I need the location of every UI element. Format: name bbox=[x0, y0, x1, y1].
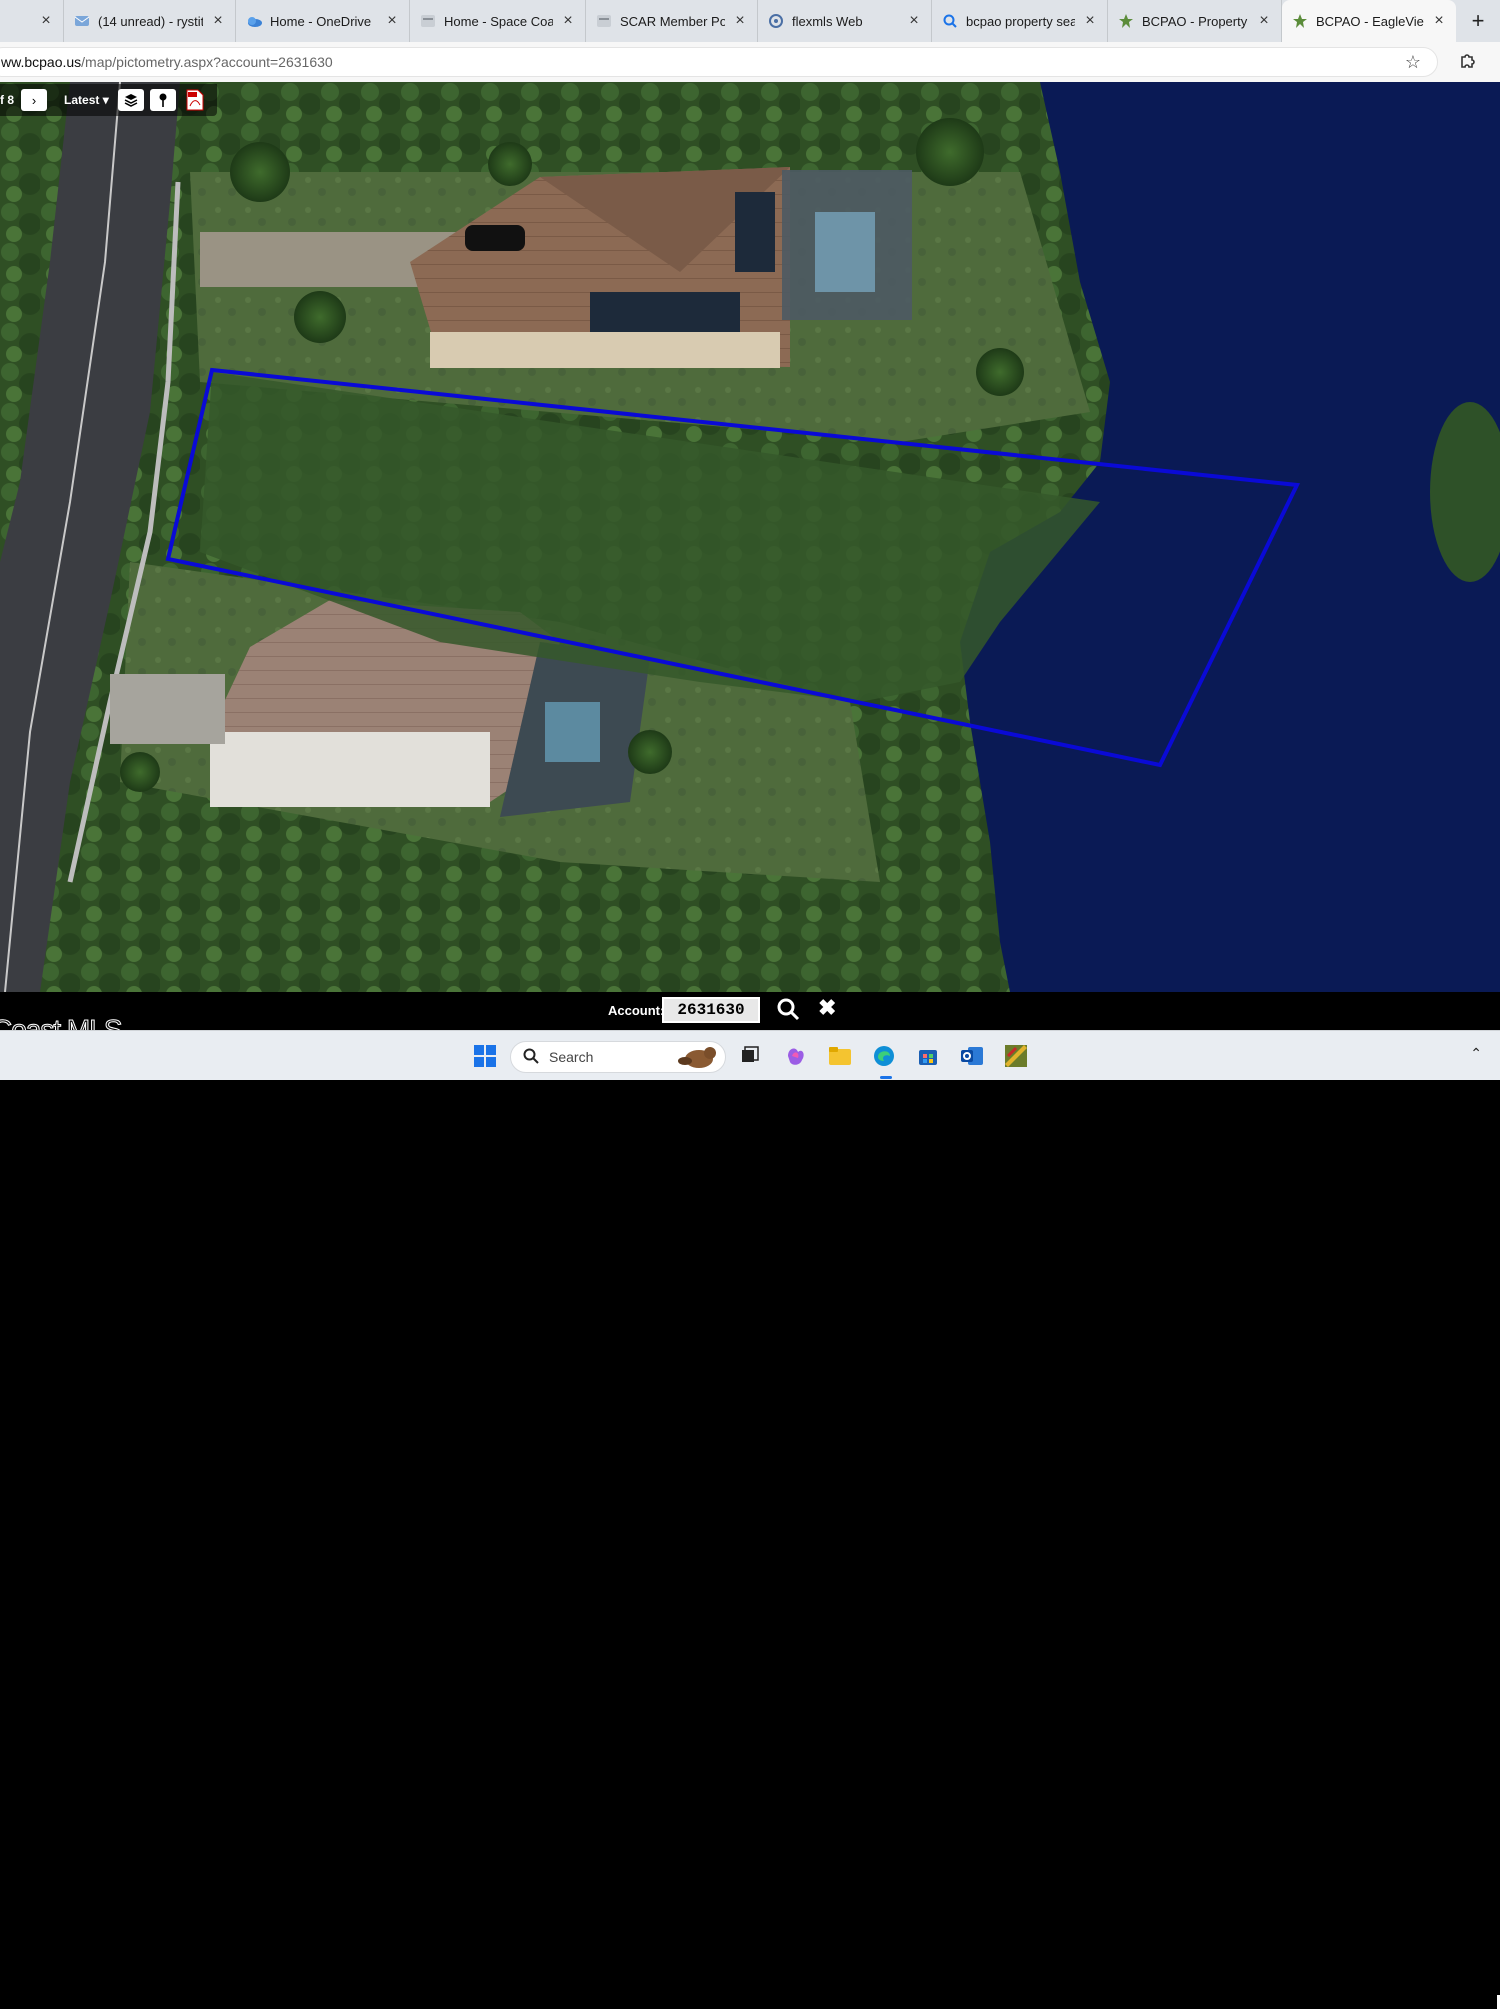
map-toolbar: f 8 › Latest ▾ bbox=[0, 84, 217, 116]
pdf-icon[interactable] bbox=[182, 89, 208, 111]
tab-title: bcpao property search bbox=[966, 13, 1075, 29]
tab-title: SCAR Member Portal bbox=[620, 13, 725, 29]
close-icon[interactable]: × bbox=[559, 12, 577, 30]
tab-bcpao-eagleview[interactable]: BCPAO - EagleView × bbox=[1282, 0, 1456, 42]
close-icon[interactable]: × bbox=[209, 12, 227, 30]
close-icon[interactable]: × bbox=[383, 12, 401, 30]
copilot-icon[interactable] bbox=[783, 1043, 809, 1069]
close-icon[interactable]: × bbox=[1081, 12, 1099, 30]
site-icon bbox=[420, 13, 436, 29]
tab-title: BCPAO - EagleView bbox=[1316, 13, 1424, 29]
taskbar-search[interactable]: Search bbox=[510, 1041, 726, 1073]
store-icon[interactable] bbox=[915, 1043, 941, 1069]
account-bar: Account: 2631630 ✖ bbox=[0, 992, 1500, 2009]
url-host: ww.bcpao.us bbox=[1, 54, 82, 70]
search-icon bbox=[523, 1048, 539, 1067]
pin-icon[interactable] bbox=[149, 89, 176, 111]
cloud-icon bbox=[246, 13, 262, 29]
search-icon[interactable] bbox=[776, 997, 800, 1021]
active-app-indicator bbox=[880, 1076, 892, 1079]
tab-title: BCPAO - Property Se bbox=[1142, 13, 1249, 29]
close-icon[interactable]: × bbox=[1255, 12, 1273, 30]
outlook-icon[interactable] bbox=[959, 1043, 985, 1069]
new-tab-button[interactable]: + bbox=[1456, 0, 1500, 42]
tab-bcpao-search[interactable]: bcpao property search × bbox=[932, 0, 1108, 42]
site-icon bbox=[768, 13, 784, 29]
task-view-icon[interactable] bbox=[737, 1043, 763, 1069]
address-bar: ww.bcpao.us/map/pictometry.aspx?account=… bbox=[0, 42, 1500, 82]
tab-space-coast[interactable]: Home - Space Coast × bbox=[410, 0, 586, 42]
close-icon[interactable]: × bbox=[1430, 12, 1448, 30]
aerial-map-view[interactable] bbox=[0, 82, 1500, 992]
aerial-image bbox=[0, 82, 1500, 992]
site-icon bbox=[1118, 13, 1134, 29]
site-icon bbox=[596, 13, 612, 29]
tray-chevron-icon[interactable]: ⌃ bbox=[1470, 1045, 1482, 1062]
account-input[interactable]: 2631630 bbox=[662, 997, 760, 1023]
extensions-icon[interactable] bbox=[1456, 50, 1478, 72]
beaver-icon bbox=[677, 1043, 721, 1072]
tab-flexmls[interactable]: flexmls Web × bbox=[758, 0, 932, 42]
page-indicator: f 8 bbox=[0, 93, 15, 107]
latest-dropdown[interactable]: Latest ▾ bbox=[64, 93, 109, 107]
start-icon[interactable] bbox=[472, 1043, 498, 1069]
tab-partial[interactable]: × bbox=[0, 0, 64, 42]
tab-bcpao-property[interactable]: BCPAO - Property Se × bbox=[1108, 0, 1282, 42]
windows-taskbar: Search ⌃ bbox=[0, 1030, 1500, 1080]
favorite-star-icon[interactable]: ☆ bbox=[1405, 52, 1421, 73]
tab-title: flexmls Web bbox=[792, 13, 863, 29]
close-icon[interactable]: × bbox=[905, 12, 923, 30]
next-image-button[interactable]: › bbox=[21, 89, 48, 111]
url-field[interactable]: ww.bcpao.us/map/pictometry.aspx?account=… bbox=[0, 47, 1438, 77]
app-icon[interactable] bbox=[1003, 1043, 1029, 1069]
tab-onedrive[interactable]: Home - OneDrive × bbox=[236, 0, 410, 42]
site-icon bbox=[1292, 13, 1308, 29]
close-icon[interactable]: × bbox=[37, 12, 55, 30]
tab-mail[interactable]: (14 unread) - rystitzel × bbox=[64, 0, 236, 42]
browser-tab-strip: × (14 unread) - rystitzel × Home - OneDr… bbox=[0, 0, 1500, 42]
file-explorer-icon[interactable] bbox=[827, 1043, 853, 1069]
clear-icon[interactable]: ✖ bbox=[818, 995, 836, 1021]
tab-title: (14 unread) - rystitzel bbox=[98, 13, 203, 29]
layers-icon[interactable] bbox=[117, 89, 144, 111]
search-placeholder: Search bbox=[549, 1049, 594, 1065]
close-icon[interactable]: × bbox=[731, 12, 749, 30]
tab-scar[interactable]: SCAR Member Portal × bbox=[586, 0, 758, 42]
tab-title: Home - Space Coast bbox=[444, 13, 553, 29]
account-label: Account: bbox=[608, 1003, 665, 1018]
mail-icon bbox=[74, 13, 90, 29]
url-path: /map/pictometry.aspx?account=2631630 bbox=[81, 54, 333, 70]
tab-title: Home - OneDrive bbox=[270, 13, 372, 29]
edge-browser-icon[interactable] bbox=[871, 1043, 897, 1069]
search-icon bbox=[942, 13, 958, 29]
